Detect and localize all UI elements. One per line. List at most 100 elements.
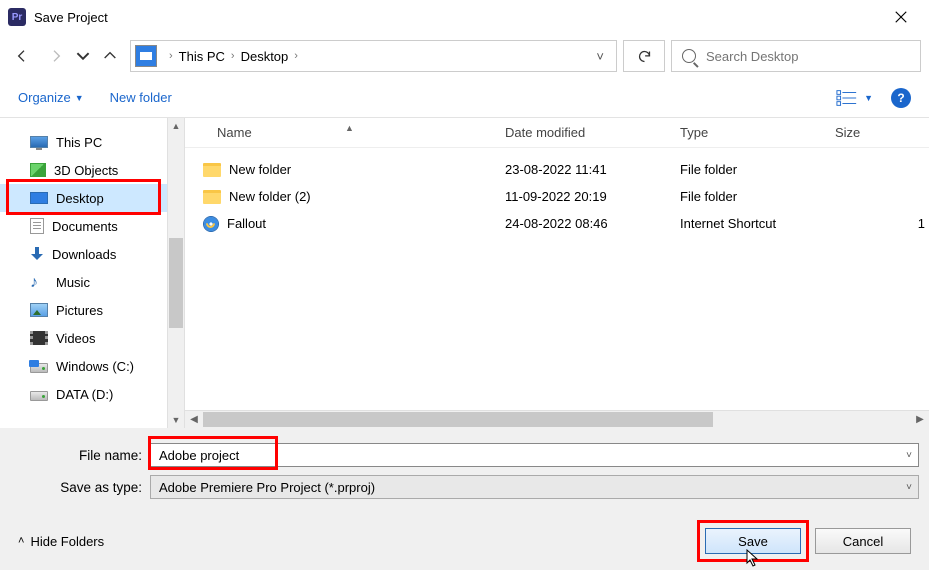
mus-icon: [30, 274, 48, 290]
file-row[interactable]: Fallout 24-08-2022 08:46Internet Shortcut…: [185, 210, 929, 237]
cursor-icon: [746, 549, 760, 570]
tree-item-pictures[interactable]: Pictures: [0, 296, 167, 324]
hscroll-thumb[interactable]: [203, 412, 713, 427]
tree-item-data-d-[interactable]: DATA (D:): [0, 380, 167, 408]
file-date: 23-08-2022 11:41: [505, 162, 680, 177]
tree-item-label: 3D Objects: [54, 163, 118, 178]
folder-icon: [203, 190, 221, 204]
tree-item-label: Pictures: [56, 303, 103, 318]
filename-input[interactable]: Adobe project ˅: [150, 443, 919, 467]
file-name: Fallout: [227, 216, 266, 231]
chevron-down-icon[interactable]: ˅: [906, 482, 912, 493]
chevron-down-icon: ▼: [75, 93, 84, 103]
new-folder-button[interactable]: New folder: [110, 90, 172, 105]
save-button[interactable]: Save: [705, 528, 801, 554]
save-fields: File name: Adobe project ˅ Save as type:…: [0, 428, 929, 512]
scroll-right-icon[interactable]: ▶: [911, 414, 929, 425]
tree-scrollbar[interactable]: ▲ ▼: [167, 118, 185, 428]
savetype-value: Adobe Premiere Pro Project (*.prproj): [159, 480, 375, 495]
breadcrumb-seg[interactable]: Desktop: [241, 49, 289, 64]
desk-icon: [30, 192, 48, 204]
chevron-down-icon: ▼: [864, 93, 873, 103]
tree-item-label: Downloads: [52, 247, 116, 262]
tree-item-desktop[interactable]: Desktop: [0, 184, 167, 212]
scroll-up-icon[interactable]: ▲: [168, 118, 184, 134]
search-input[interactable]: [706, 49, 910, 64]
hide-folders-label: Hide Folders: [30, 534, 104, 549]
cancel-label: Cancel: [843, 534, 883, 549]
save-label: Save: [738, 534, 768, 549]
nav-row: › This PC › Desktop › ˅: [0, 34, 929, 78]
cancel-button[interactable]: Cancel: [815, 528, 911, 554]
view-icon: [836, 89, 858, 107]
chevron-down-icon[interactable]: ˅: [906, 450, 912, 461]
window-title: Save Project: [34, 10, 881, 25]
tree-item-label: This PC: [56, 135, 102, 150]
chevron-right-icon: ›: [169, 50, 173, 62]
header-date[interactable]: Date modified: [505, 125, 680, 140]
file-row[interactable]: New folder 23-08-2022 11:41File folder: [185, 156, 929, 183]
search-box[interactable]: [671, 40, 921, 72]
tree-item-music[interactable]: Music: [0, 268, 167, 296]
hide-folders-button[interactable]: ˄ Hide Folders: [18, 534, 104, 549]
recent-dropdown[interactable]: [76, 42, 90, 70]
header-size[interactable]: Size: [835, 125, 929, 140]
file-name: New folder: [229, 162, 291, 177]
forward-button[interactable]: [42, 42, 70, 70]
breadcrumb[interactable]: › This PC › Desktop › ˅: [130, 40, 617, 72]
refresh-button[interactable]: [623, 40, 665, 72]
back-button[interactable]: [8, 42, 36, 70]
tree-item-windows-c-[interactable]: Windows (C:): [0, 352, 167, 380]
chevron-right-icon: ›: [294, 50, 298, 62]
file-list-area: Name▲ Date modified Type Size New folder…: [185, 118, 929, 428]
new-folder-label: New folder: [110, 90, 172, 105]
titlebar: Pr Save Project: [0, 0, 929, 34]
scroll-down-icon[interactable]: ▼: [168, 412, 184, 428]
organize-menu[interactable]: Organize ▼: [18, 90, 84, 105]
scroll-left-icon[interactable]: ◀: [185, 414, 203, 425]
file-size: 1: [835, 216, 929, 231]
search-icon: [682, 49, 696, 63]
file-type: File folder: [680, 189, 835, 204]
tree-item-downloads[interactable]: Downloads: [0, 240, 167, 268]
help-button[interactable]: ?: [891, 88, 911, 108]
dl-icon: [30, 247, 44, 261]
file-row[interactable]: New folder (2) 11-09-2022 20:19File folde…: [185, 183, 929, 210]
filename-value: Adobe project: [159, 448, 239, 463]
horizontal-scrollbar[interactable]: ◀ ▶: [185, 410, 929, 428]
tree-item-label: DATA (D:): [56, 387, 113, 402]
tree-item-videos[interactable]: Videos: [0, 324, 167, 352]
file-type: File folder: [680, 162, 835, 177]
pic-icon: [30, 303, 48, 317]
tree-item-label: Desktop: [56, 191, 104, 206]
header-name[interactable]: Name▲: [185, 125, 505, 140]
up-button[interactable]: [96, 42, 124, 70]
nav-tree: This PC 3D Objects Desktop Documents Downloa…: [0, 118, 167, 428]
tree-item-this-pc[interactable]: This PC: [0, 128, 167, 156]
folder-icon: [203, 163, 221, 177]
header-type[interactable]: Type: [680, 125, 835, 140]
chevron-right-icon: ›: [231, 50, 235, 62]
command-bar: Organize ▼ New folder ▼ ?: [0, 78, 929, 118]
drv-icon: [30, 391, 48, 401]
chevron-down-icon[interactable]: ˅: [588, 49, 612, 64]
file-name: New folder (2): [229, 189, 311, 204]
file-date: 11-09-2022 20:19: [505, 189, 680, 204]
scroll-thumb[interactable]: [169, 238, 183, 328]
app-icon: Pr: [8, 8, 26, 26]
dialog-footer: ˄ Hide Folders Save Cancel: [0, 512, 929, 570]
close-button[interactable]: [881, 2, 921, 32]
tree-item-label: Documents: [52, 219, 118, 234]
file-date: 24-08-2022 08:46: [505, 216, 680, 231]
view-options-button[interactable]: ▼: [836, 89, 873, 107]
breadcrumb-seg[interactable]: This PC: [179, 49, 225, 64]
cube-icon: [30, 163, 46, 177]
tree-item-documents[interactable]: Documents: [0, 212, 167, 240]
savetype-combo[interactable]: Adobe Premiere Pro Project (*.prproj) ˅: [150, 475, 919, 499]
tree-item-3d-objects[interactable]: 3D Objects: [0, 156, 167, 184]
tree-item-label: Music: [56, 275, 90, 290]
file-type: Internet Shortcut: [680, 216, 835, 231]
savetype-label: Save as type:: [10, 480, 150, 495]
internet-shortcut-icon: [203, 216, 219, 232]
doc-icon: [30, 218, 44, 234]
